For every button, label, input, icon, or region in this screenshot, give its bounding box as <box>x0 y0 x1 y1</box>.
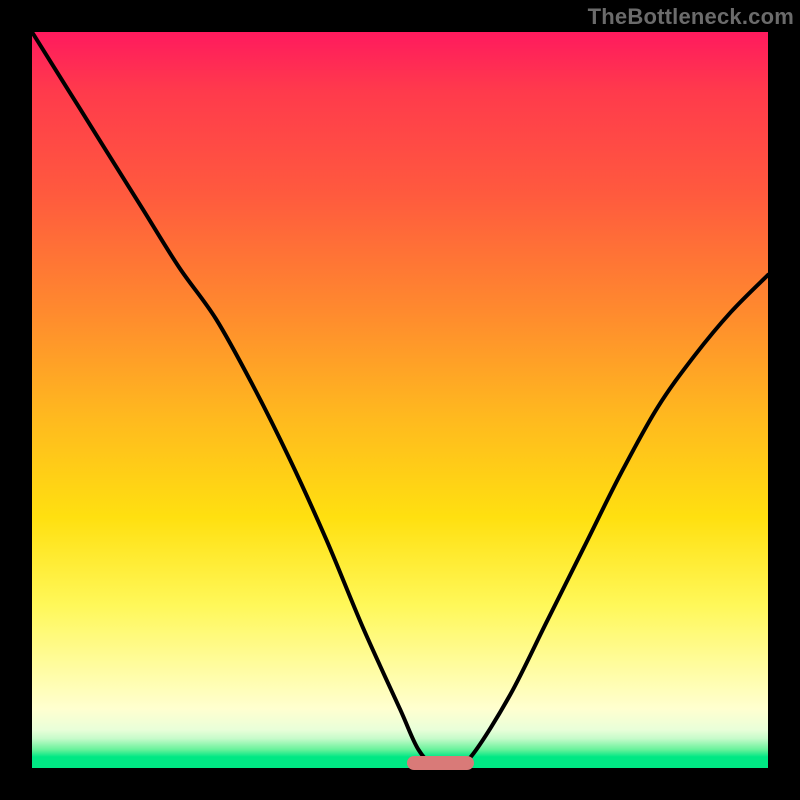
optimal-range-marker <box>407 756 473 770</box>
bottleneck-curve <box>32 32 768 768</box>
attribution-watermark: TheBottleneck.com <box>588 4 794 30</box>
chart-frame: TheBottleneck.com <box>0 0 800 800</box>
chart-plot-area <box>32 32 768 768</box>
curve-path <box>32 32 768 770</box>
